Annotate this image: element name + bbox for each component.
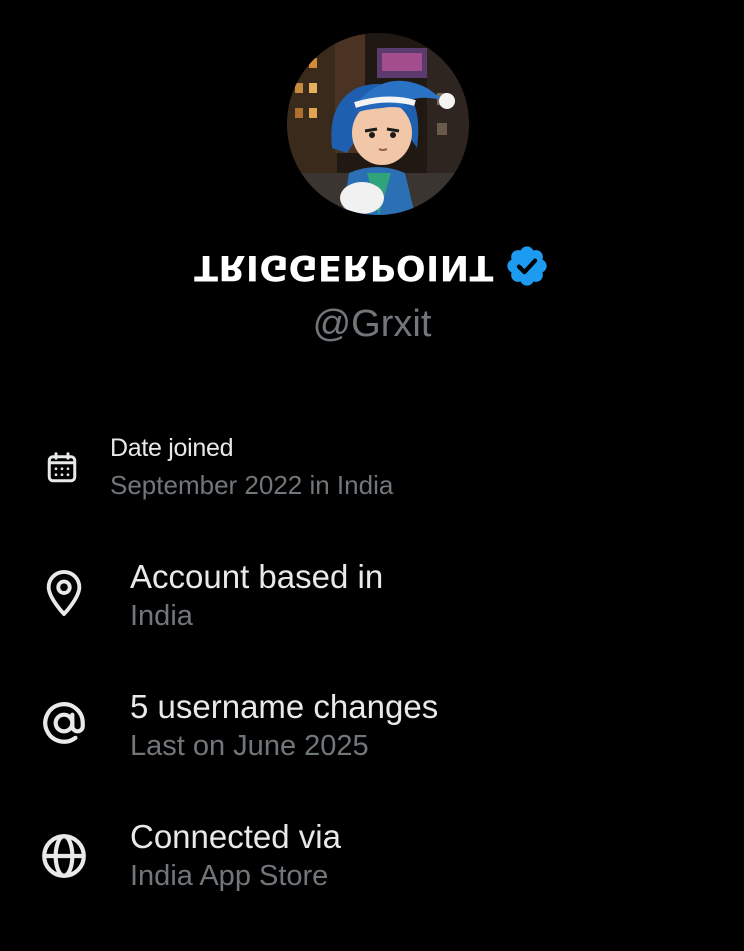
profile-handle: @Grxit	[312, 303, 432, 345]
avatar-image	[287, 33, 469, 215]
calendar-icon	[40, 446, 84, 490]
about-title: Connected via	[130, 818, 341, 855]
profile-name-row: TRIGGERPOINT	[0, 238, 744, 294]
about-subtitle: India App Store	[130, 860, 329, 892]
globe-icon	[38, 830, 90, 882]
about-subtitle: Last on June 2025	[130, 730, 369, 762]
verified-badge-icon[interactable]	[504, 243, 550, 289]
about-row-account-based-in: Account based in India	[0, 555, 744, 645]
about-row-connected-via: Connected via India App Store	[0, 815, 744, 905]
location-pin-icon	[38, 567, 90, 619]
about-subtitle: India	[130, 600, 193, 632]
about-row-date-joined: Date joined September 2022 in India	[0, 430, 744, 510]
about-title: Account based in	[130, 558, 384, 595]
display-name: TRIGGERPOINT	[194, 246, 494, 287]
about-title: Date joined	[110, 434, 234, 462]
about-row-username-changes: 5 username changes Last on June 2025	[0, 686, 744, 776]
at-sign-icon	[38, 697, 90, 749]
profile-avatar[interactable]	[287, 33, 469, 215]
about-title: 5 username changes	[130, 688, 439, 725]
about-subtitle: September 2022 in India	[110, 470, 394, 500]
